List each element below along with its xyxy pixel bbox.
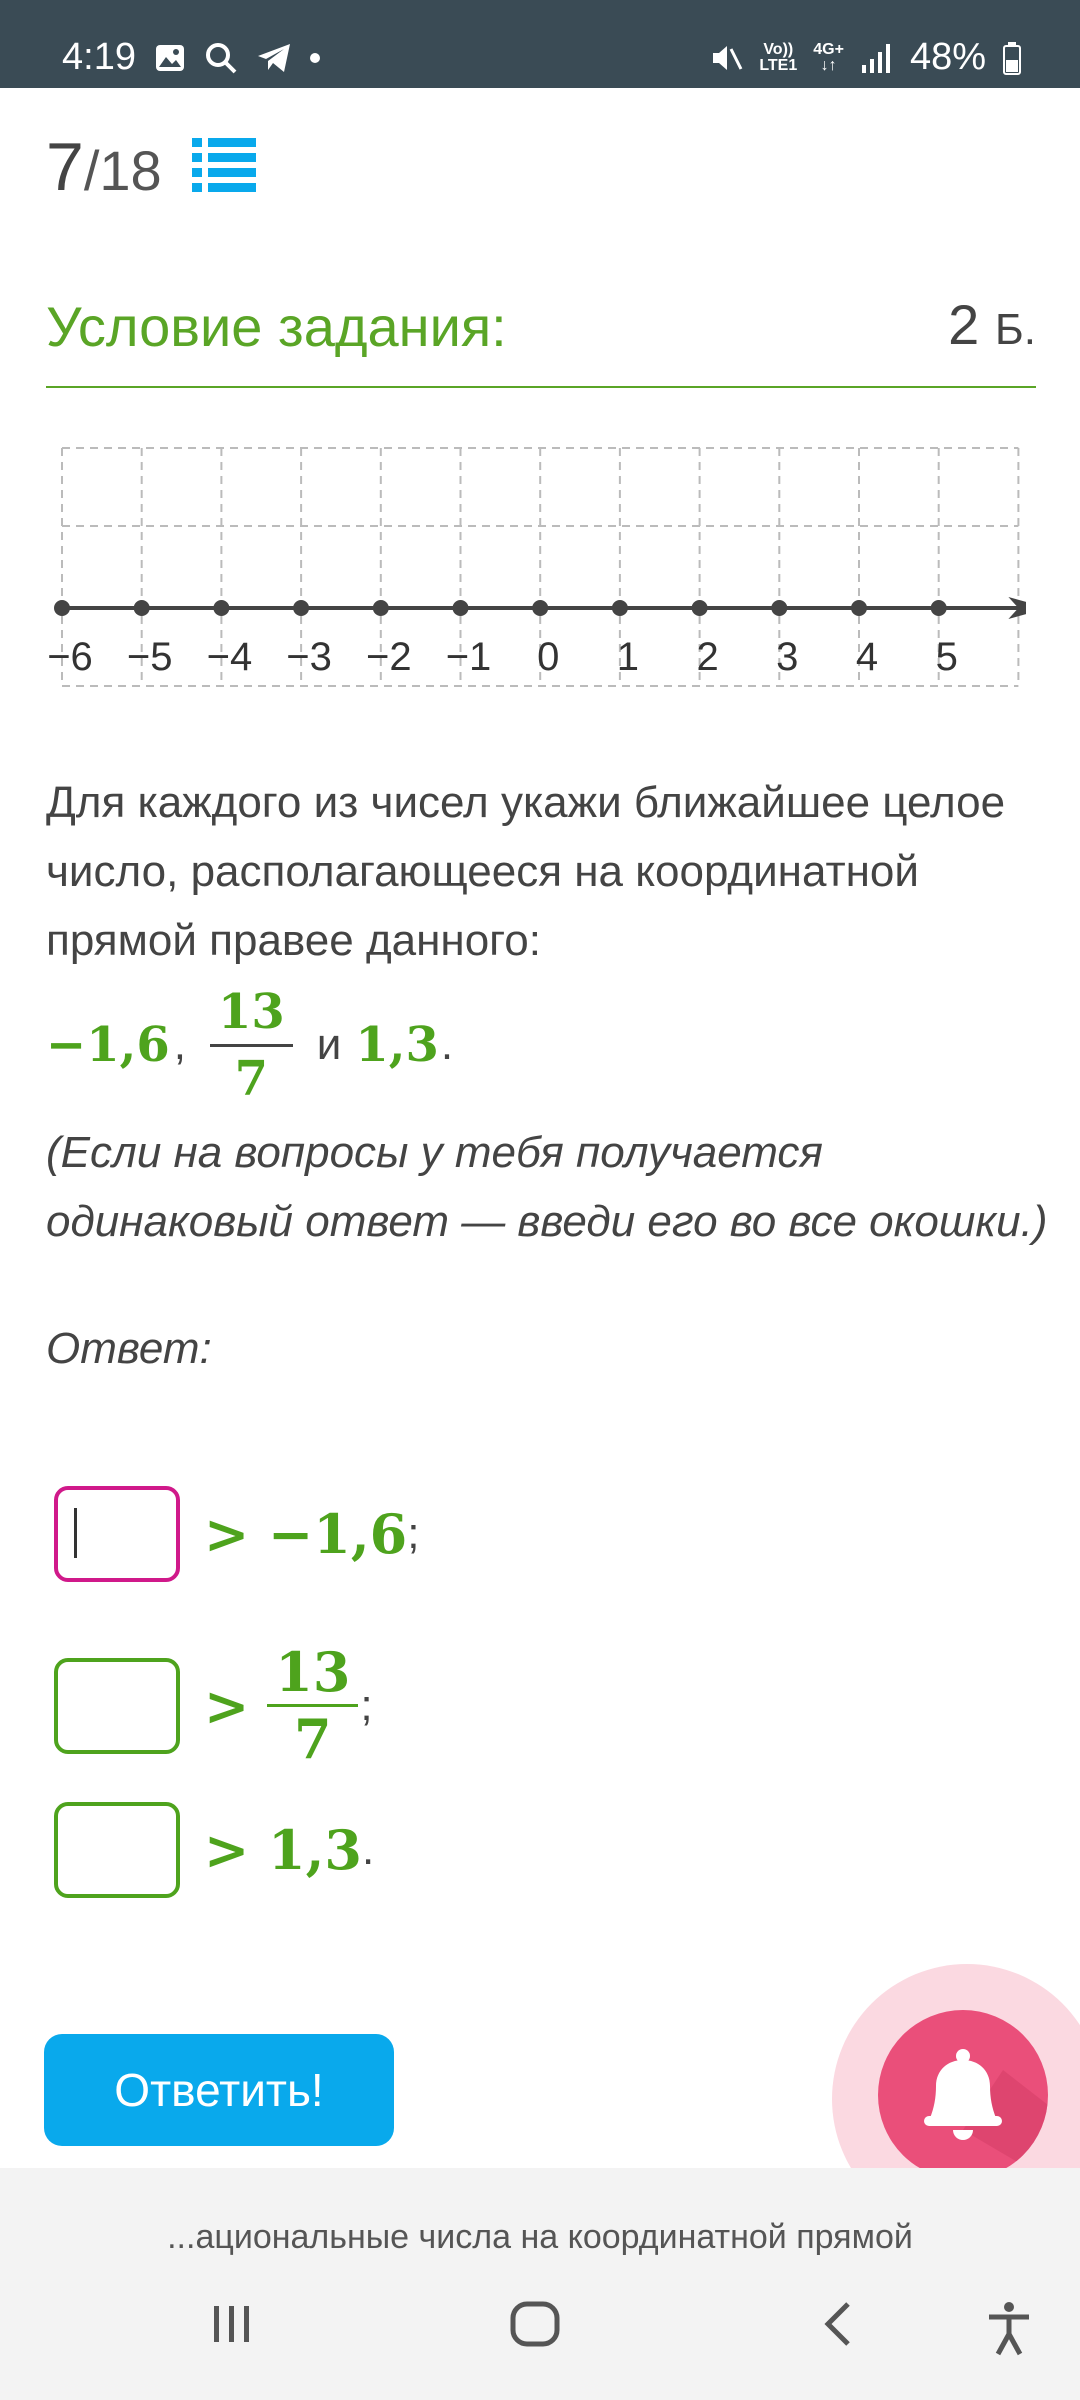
tick-label: 2 [696,635,718,679]
network-indicator: 4G+ ↓↑ [813,40,844,74]
section-header: Условие задания: 2 Б. [46,290,1036,388]
image-icon [155,44,184,71]
relation-2: > 13 7 ; [204,1640,373,1771]
tick-point [691,600,708,616]
status-right: Vo)) LTE1 4G+ ↓↑ 48% [709,36,1022,79]
tick-label: 1 [617,635,639,679]
answer-input-2[interactable] [54,1657,180,1754]
fraction-thirteen-sevenths: 13 7 [209,980,293,1111]
answer-input-3[interactable] [54,1802,180,1898]
bell-icon [924,2049,1048,2180]
battery-percent: 48% [909,36,986,78]
tick-point [611,600,628,616]
mute-icon [713,45,743,70]
tick-point [452,600,469,616]
notification-bell-button[interactable] [878,2010,1048,2180]
task-numbers: −1,6 , 13 7 и 1,3 . [46,970,467,1120]
tick-label: 3 [776,635,798,679]
signal-icon [861,43,890,73]
relation-3: > 1,3. [204,1818,375,1882]
submit-answer-button[interactable]: Ответить! [44,2034,394,2146]
answer-row-3: > 1,3. [54,1802,374,1898]
volte-indicator: Vo)) LTE1 [759,40,798,74]
battery-icon [1003,41,1021,75]
system-nav-bar [0,2280,1080,2400]
tick-point [213,600,230,616]
and-word: и [316,1020,342,1069]
total-tasks: /18 [83,139,162,202]
accessibility-icon[interactable] [986,2300,1032,2356]
comma: , [173,1020,186,1069]
tick-label: −6 [47,635,93,679]
dot-icon [309,52,320,63]
period: . [440,1020,454,1069]
tick-label: −5 [127,635,173,679]
task-points: 2 Б. [948,293,1036,356]
task-progress: 7 /18 [46,128,162,206]
tick-label: −4 [207,635,253,679]
number-one-three: 1,3 [355,1017,439,1073]
status-time: 4:19 [62,36,136,78]
list-icon[interactable] [192,136,256,192]
tick-label: 0 [537,635,559,679]
tick-point [851,600,867,616]
task-note: (Если на вопросы у тебя получается одина… [46,1128,1048,1246]
tick-label: −3 [286,635,332,679]
tick-point [293,600,310,616]
current-task-number: 7 [46,129,84,205]
number-line: −6 −5 −4 −3 −2 −1 0 1 2 3 4 5 [47,447,1026,687]
search-icon [205,42,237,73]
telegram-icon [257,43,290,72]
tick-point [133,600,150,616]
tick-point [771,600,788,616]
tick-label: −2 [366,635,412,679]
section-title: Условие задания: [46,295,507,358]
tick-point [930,600,947,616]
home-icon[interactable] [508,2300,564,2348]
answer-row-1: > −1,6; [54,1486,419,1582]
tick-point [372,600,389,616]
relation-1: > −1,6; [204,1502,420,1566]
answer-input-1[interactable] [54,1486,180,1582]
number-minus-one-six: −1,6 [46,1017,170,1073]
tick-label: 4 [856,635,878,679]
answer-label: Ответ: [46,1324,212,1373]
answer-row-2: > 13 7 ; [54,1640,373,1771]
text-caret [74,1508,77,1558]
footer-topic: ...ациональные числа на координатной пря… [167,2218,913,2256]
tick-point [54,600,70,616]
tick-label: −1 [446,635,492,679]
tick-point [532,600,549,616]
task-statement: Для каждого из чисел укажи ближайшее цел… [46,778,1006,965]
status-left: 4:19 [62,36,320,79]
tick-label: 5 [936,635,958,679]
status-bar: 4:19 Vo)) LTE1 4G+ ↓↑ 48% [0,0,1080,88]
recent-apps-icon[interactable] [208,2300,256,2348]
back-icon[interactable] [818,2300,858,2348]
